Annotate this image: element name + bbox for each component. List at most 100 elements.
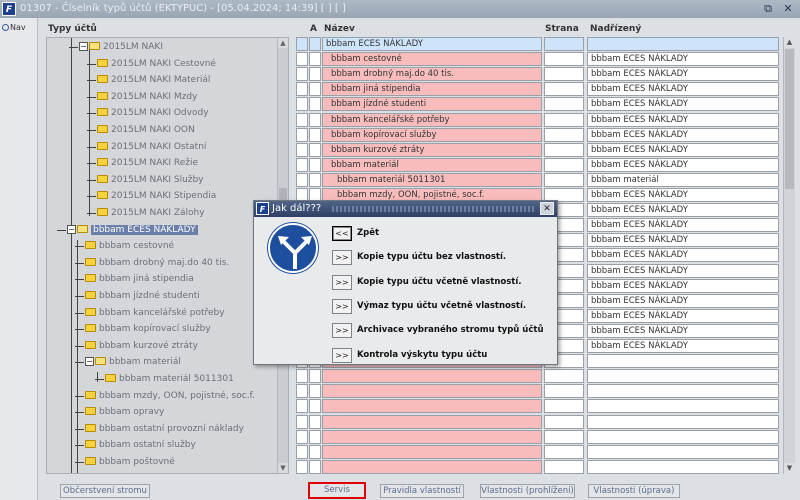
name-cell[interactable]: bbbam kancelářské potřeby	[322, 112, 542, 127]
strana-cell[interactable]	[544, 142, 584, 157]
name-cell[interactable]: bbbam kopírovací služby	[322, 127, 542, 142]
scroll-down-icon[interactable]: ▼	[784, 463, 795, 474]
name-cell[interactable]: bbbam cestovné	[322, 52, 542, 67]
nadrizeny-cell[interactable]: bbbam ECES NÁKLADY	[587, 339, 779, 353]
table-row[interactable]: bbbam materiál bbbam ECES NÁKLADY	[296, 157, 786, 173]
table-row[interactable]	[296, 384, 786, 399]
checkbox-cell[interactable]	[296, 127, 308, 142]
nadrizeny-cell[interactable]: bbbam ECES NÁKLADY	[587, 82, 779, 97]
strana-cell[interactable]	[544, 429, 584, 444]
name-cell[interactable]	[322, 399, 542, 414]
tree-item[interactable]: bbbam cestovné	[75, 239, 174, 253]
collapse-icon[interactable]: −	[85, 357, 94, 367]
checkbox-cell[interactable]	[296, 37, 308, 51]
option-go-button[interactable]: >>	[332, 250, 352, 266]
checkbox-cell[interactable]	[296, 142, 308, 157]
nadrizeny-cell[interactable]: bbbam ECES NÁKLADY	[587, 233, 779, 248]
name-cell[interactable]	[322, 369, 542, 384]
strana-cell[interactable]	[544, 52, 584, 67]
tree-item[interactable]: bbbam kopírovací služby	[75, 322, 211, 336]
checkbox-cell[interactable]	[296, 399, 308, 414]
tree-item[interactable]: bbbam ostatní služby	[75, 438, 196, 452]
table-row[interactable]	[296, 429, 786, 445]
back-button[interactable]: <<	[332, 226, 352, 241]
nadrizeny-cell[interactable]: bbbam ECES NÁKLADY	[587, 52, 779, 67]
strana-cell[interactable]	[544, 172, 584, 187]
table-row[interactable]	[296, 444, 786, 460]
table-row[interactable]	[296, 459, 786, 475]
table-row[interactable]: bbbam drobný maj.do 40 tis. bbbam ECES NÁ…	[296, 67, 786, 82]
table-row[interactable]: bbbam kurzové ztráty bbbam ECES NÁKLADY	[296, 142, 786, 158]
option-go-button[interactable]: >>	[332, 347, 352, 363]
strana-cell[interactable]	[544, 157, 584, 172]
nadrizeny-cell[interactable]: bbbam ECES NÁKLADY	[587, 203, 779, 218]
nadrizeny-cell[interactable]: bbbam ECES NÁKLADY	[587, 278, 779, 293]
a-cell[interactable]	[309, 82, 321, 97]
grid-scrollbar[interactable]: ▲ ▼	[783, 37, 795, 474]
a-cell[interactable]	[309, 414, 321, 429]
nadrizeny-cell[interactable]: bbbam ECES NÁKLADY	[587, 67, 779, 82]
close-window-button[interactable]: ✕	[780, 1, 796, 16]
checkbox-cell[interactable]	[296, 67, 308, 82]
a-cell[interactable]	[309, 399, 321, 414]
nadrizeny-cell[interactable]: bbbam ECES NÁKLADY	[587, 188, 779, 202]
property-rules-button[interactable]: Pravidla vlastností	[380, 484, 464, 498]
grid-scroll-thumb[interactable]	[785, 49, 794, 189]
tree-item[interactable]: 2015LM NAKI Stipendia	[87, 189, 216, 203]
a-cell[interactable]	[309, 429, 321, 444]
collapse-icon[interactable]: −	[79, 42, 88, 51]
tree-item[interactable]: bbbam kurzové ztráty	[75, 339, 198, 353]
checkbox-cell[interactable]	[296, 82, 308, 97]
checkbox-cell[interactable]	[296, 97, 308, 112]
checkbox-cell[interactable]	[296, 414, 308, 429]
tree-item[interactable]: 2015LM NAKI Ostatní	[87, 140, 206, 154]
edit-properties-button[interactable]: Vlastnosti (úprava)	[588, 484, 680, 498]
checkbox-cell[interactable]	[296, 384, 308, 399]
a-cell[interactable]	[309, 172, 321, 187]
checkbox-cell[interactable]	[296, 444, 308, 459]
name-cell[interactable]: bbbam jízdné studenti	[322, 97, 542, 112]
a-cell[interactable]	[309, 97, 321, 112]
nadrizeny-cell[interactable]	[587, 354, 779, 369]
view-properties-button[interactable]: Vlastnosti (prohlížení)	[480, 484, 575, 498]
table-row[interactable]	[296, 399, 786, 414]
nadrizeny-cell[interactable]	[587, 444, 779, 459]
nadrizeny-cell[interactable]: bbbam ECES NÁKLADY	[587, 157, 779, 172]
a-cell[interactable]	[309, 37, 321, 51]
strana-cell[interactable]	[544, 37, 584, 51]
tree-item[interactable]: bbbam ostatní provozní náklady	[75, 422, 244, 436]
name-cell[interactable]: bbbam drobný maj.do 40 tis.	[322, 67, 542, 82]
nadrizeny-cell[interactable]: bbbam materiál	[587, 172, 779, 187]
table-row[interactable]	[296, 414, 786, 430]
restore-button[interactable]: ⧉	[760, 1, 776, 16]
checkbox-cell[interactable]	[296, 369, 308, 384]
nadrizeny-cell[interactable]: bbbam ECES NÁKLADY	[587, 97, 779, 112]
a-cell[interactable]	[309, 369, 321, 384]
table-row[interactable]	[296, 369, 786, 384]
name-cell[interactable]	[322, 459, 542, 474]
name-cell[interactable]	[322, 444, 542, 459]
tree-item[interactable]: bbbam jiná stipendia	[75, 272, 194, 286]
tree-item[interactable]: bbbam mzdy, OON, pojistné, soc.f.	[75, 389, 255, 403]
a-cell[interactable]	[309, 384, 321, 399]
tree-item[interactable]: − bbbam materiál	[75, 355, 181, 369]
checkbox-cell[interactable]	[296, 429, 308, 444]
scroll-up-icon[interactable]: ▲	[278, 38, 288, 48]
checkbox-cell[interactable]	[296, 112, 308, 127]
tree-item[interactable]: 2015LM NAKI Režie	[87, 156, 198, 170]
name-cell[interactable]	[322, 429, 542, 444]
table-row[interactable]: bbbam kancelářské potřeby bbbam ECES NÁKL…	[296, 112, 786, 128]
dialog-titlebar[interactable]: F Jak dál??? ✕	[254, 201, 557, 217]
name-cell[interactable]: bbbam kurzové ztráty	[322, 142, 542, 157]
tree-item[interactable]: 2015LM NAKI Zálohy	[87, 206, 205, 220]
a-cell[interactable]	[309, 127, 321, 142]
checkbox-cell[interactable]	[296, 157, 308, 172]
nadrizeny-cell[interactable]: bbbam ECES NÁKLADY	[587, 308, 779, 323]
checkbox-cell[interactable]	[296, 52, 308, 67]
nadrizeny-cell[interactable]: bbbam ECES NÁKLADY	[587, 263, 779, 278]
name-cell[interactable]: bbbam materiál	[322, 157, 542, 172]
tree-item[interactable]: bbbam drobný maj.do 40 tis.	[75, 256, 229, 270]
checkbox-cell[interactable]	[296, 172, 308, 187]
nadrizeny-cell[interactable]: bbbam ECES NÁKLADY	[587, 112, 779, 127]
strana-cell[interactable]	[544, 459, 584, 474]
